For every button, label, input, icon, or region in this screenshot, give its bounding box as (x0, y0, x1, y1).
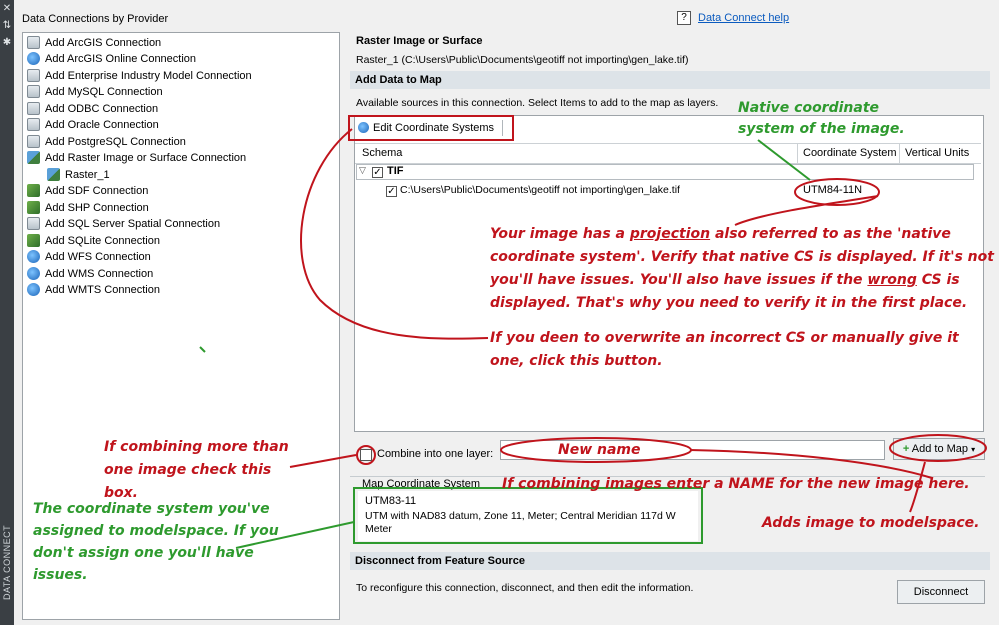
annotation-overwrite: If you deen to overwrite an incorrect CS… (490, 330, 959, 369)
annotation-combine: If combining more than one image check t… (104, 439, 289, 501)
edit-button-highlight (348, 115, 514, 141)
annotation-projection-emph: projection (629, 226, 711, 242)
native-leader-line (757, 139, 811, 181)
annotation-projection-part: Your image has a (490, 226, 630, 242)
annotation-projection: Your image has a projection also referre… (490, 223, 995, 315)
annotation-projection-emph: wrong (867, 272, 917, 288)
annotation-native-1: Native coordinate (738, 100, 880, 116)
overwrite-leader (300, 128, 489, 340)
annotation-adds: Adds image to modelspace. (762, 515, 980, 531)
cs-ellipse (794, 178, 880, 206)
checkbox-circle (356, 445, 376, 465)
annotation-native-2: system of the image. (738, 121, 905, 137)
annotation-enter-name: If combining images enter a NAME for the… (502, 476, 970, 492)
map-cs-highlight (353, 487, 703, 544)
annotation-modelspace: The coordinate system you've assigned to… (33, 501, 279, 583)
combine-leader (289, 454, 357, 468)
annotation-new-name: New name (558, 442, 641, 458)
stray-mark (199, 346, 206, 353)
add-map-ellipse (889, 434, 987, 462)
